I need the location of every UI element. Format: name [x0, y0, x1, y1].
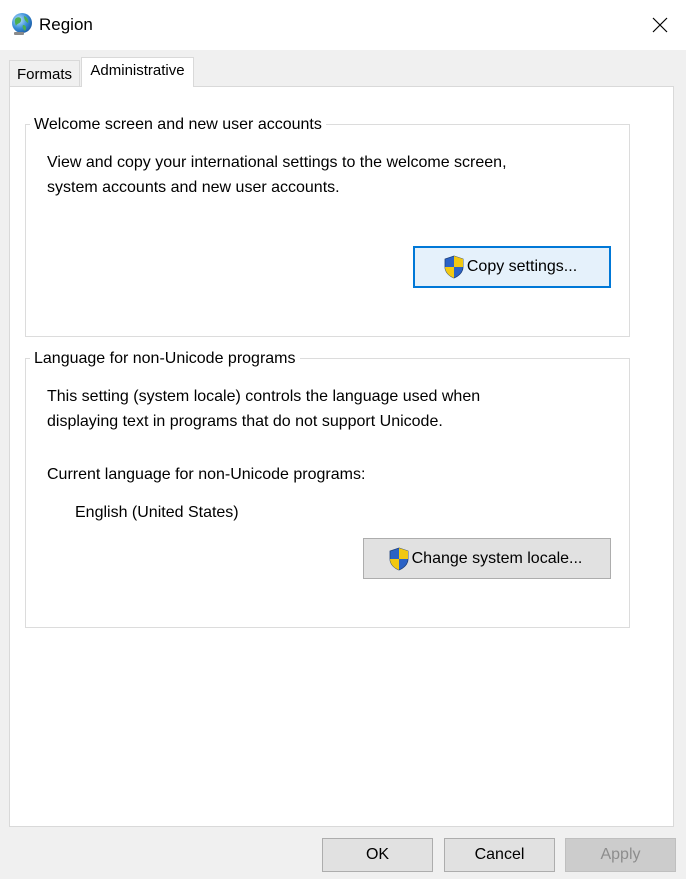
locale-description-line1: This setting (system locale) controls th… [47, 388, 481, 405]
title-bar: Region [0, 0, 686, 50]
copy-settings-label: Copy settings... [466, 258, 578, 275]
tab-administrative[interactable]: Administrative [81, 57, 194, 87]
welcome-description-line2: system accounts and new user accounts. [47, 179, 340, 196]
cancel-button[interactable]: Cancel [444, 838, 555, 872]
current-language-value: English (United States) [75, 504, 239, 521]
welcome-description-line1: View and copy your international setting… [47, 154, 507, 171]
copy-settings-button[interactable]: Copy settings... [413, 246, 611, 288]
window-title: Region [39, 15, 93, 34]
welcome-group-legend: Welcome screen and new user accounts [30, 116, 326, 134]
close-icon [652, 17, 668, 33]
change-system-locale-label: Change system locale... [411, 549, 583, 567]
ok-button[interactable]: OK [322, 838, 433, 872]
current-language-label: Current language for non-Unicode program… [47, 466, 366, 483]
non-unicode-group-legend: Language for non-Unicode programs [30, 350, 300, 368]
globe-icon [12, 13, 32, 35]
locale-description-line2: displaying text in programs that do not … [47, 413, 443, 430]
tab-formats[interactable]: Formats [9, 60, 80, 87]
uac-shield-icon [444, 255, 464, 279]
apply-button[interactable]: Apply [565, 838, 676, 872]
change-system-locale-button[interactable]: Change system locale... [363, 538, 611, 579]
uac-shield-icon [389, 547, 409, 570]
close-button[interactable] [634, 0, 686, 50]
